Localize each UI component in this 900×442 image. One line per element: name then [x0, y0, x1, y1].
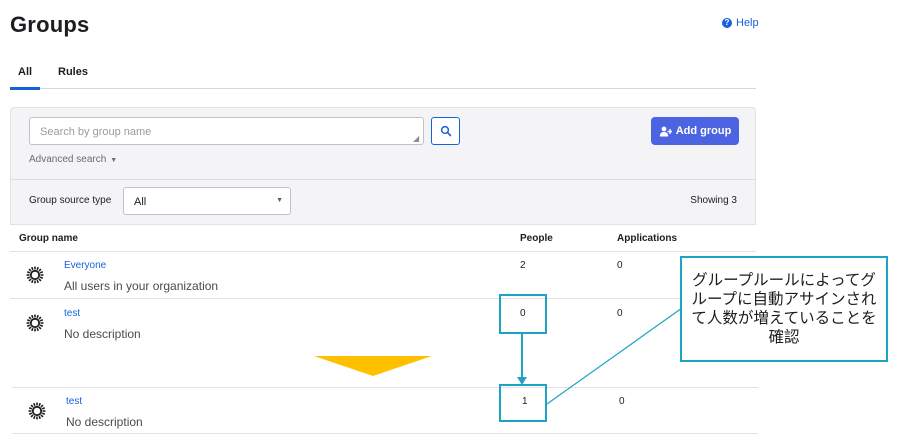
result-count: Showing 3: [690, 195, 737, 206]
group-description: No description: [64, 327, 141, 341]
tab-all[interactable]: All: [18, 66, 32, 78]
column-people[interactable]: People: [520, 233, 553, 244]
search-panel: Search by group name ◢ Advanced search ▼ …: [10, 107, 756, 179]
people-highlight-after: [499, 384, 547, 422]
source-type-select[interactable]: All ▼: [123, 187, 291, 215]
applications-count: 0: [617, 308, 623, 319]
help-label: Help: [736, 17, 759, 29]
search-button[interactable]: [431, 117, 460, 145]
tab-rules[interactable]: Rules: [58, 66, 88, 78]
caret-down-icon: ▼: [276, 197, 283, 204]
source-type-value: All: [134, 196, 147, 208]
transition-arrow: [314, 356, 432, 376]
column-group-name[interactable]: Group name: [19, 233, 78, 244]
group-name-link[interactable]: test: [66, 396, 82, 407]
help-link[interactable]: ? Help: [722, 17, 759, 29]
group-sun-icon: [28, 402, 46, 420]
advanced-search-toggle[interactable]: Advanced search ▼: [29, 154, 117, 165]
advanced-search-label: Advanced search: [29, 154, 107, 165]
callout-text: グループルールによってグループに自動アサインされて人数が増えていることを確認: [691, 271, 877, 346]
table-header: Group name People Applications: [10, 226, 756, 252]
search-icon: [440, 125, 451, 137]
table-row-after[interactable]: test No description 1 0: [12, 387, 758, 434]
help-circle-icon: ?: [722, 18, 732, 28]
group-sun-icon: [26, 314, 44, 332]
add-group-button[interactable]: Add group: [651, 117, 739, 145]
page-title: Groups: [10, 12, 90, 37]
source-filter-row: Group source type All ▼ Showing 3: [10, 179, 756, 225]
applications-count: 0: [617, 260, 623, 271]
applications-count: 0: [619, 396, 625, 407]
group-name-link[interactable]: test: [64, 308, 80, 319]
active-tab-indicator: [10, 87, 40, 90]
group-description: All users in your organization: [64, 279, 219, 293]
group-description: No description: [66, 415, 143, 429]
group-sun-icon: [26, 266, 44, 284]
search-input[interactable]: Search by group name: [29, 117, 424, 145]
annotation-callout: グループルールによってグループに自動アサインされて人数が増えていることを確認: [680, 256, 888, 362]
group-name-link[interactable]: Everyone: [64, 260, 106, 271]
column-applications[interactable]: Applications: [617, 233, 677, 244]
resize-grip-icon[interactable]: ◢: [413, 134, 419, 143]
people-count: 2: [520, 260, 526, 271]
source-type-label: Group source type: [29, 195, 112, 206]
people-highlight-before: [499, 294, 547, 334]
table-row[interactable]: test No description 0 0: [10, 300, 756, 347]
table-row[interactable]: Everyone All users in your organization …: [10, 252, 756, 299]
tab-bar: All Rules: [10, 62, 756, 90]
caret-down-icon: ▼: [110, 157, 118, 164]
add-group-label: Add group: [675, 125, 732, 137]
add-group-icon: [659, 126, 672, 136]
